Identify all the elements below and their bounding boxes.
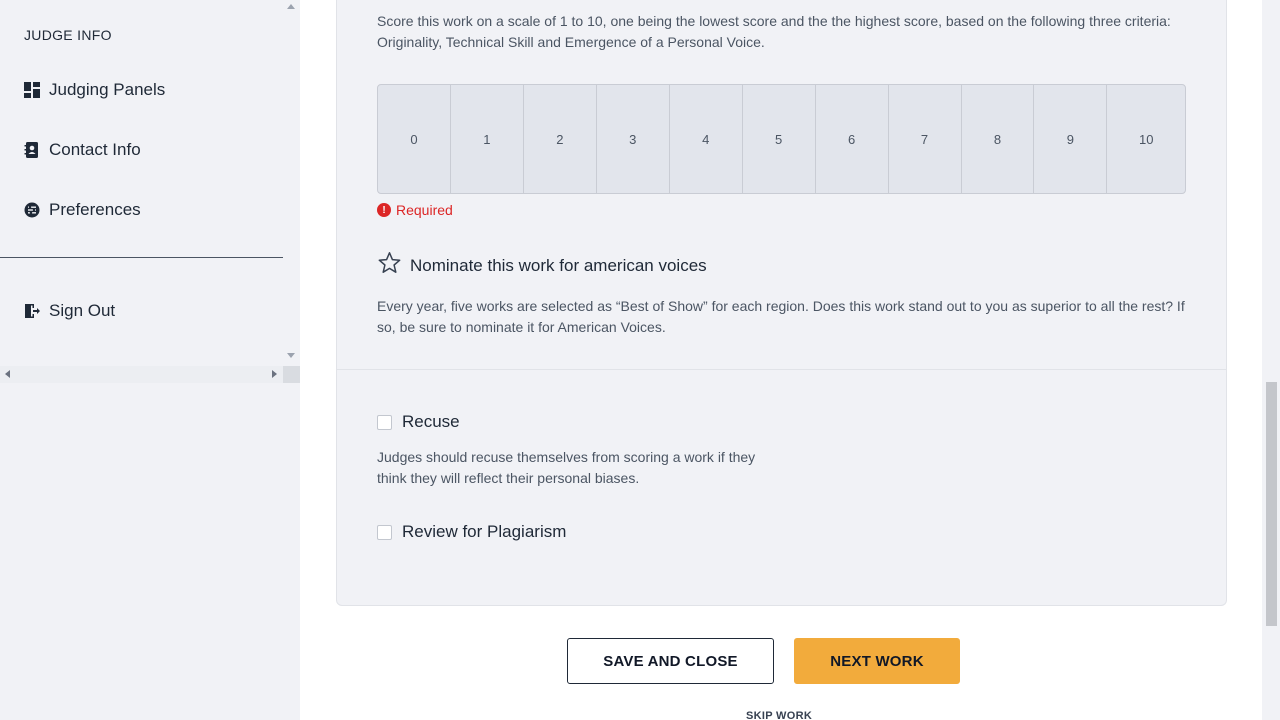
scroll-left-arrow-icon[interactable] <box>5 370 10 378</box>
sidebar-item-label: Sign Out <box>49 301 116 320</box>
plagiarism-option[interactable]: Review for Plagiarism <box>377 522 566 542</box>
score-option-3[interactable]: 3 <box>597 85 670 193</box>
score-option-1[interactable]: 1 <box>451 85 524 193</box>
page-scrollbar-thumb[interactable] <box>1266 382 1277 626</box>
sidebar-item-label: Preferences <box>49 200 141 219</box>
card-divider <box>337 369 1226 370</box>
page-vertical-scrollbar[interactable] <box>1262 0 1280 720</box>
score-scale: 0 1 2 3 4 5 6 7 8 9 10 <box>377 84 1186 194</box>
recuse-checkbox[interactable] <box>377 414 392 430</box>
sidebar-divider <box>0 257 283 258</box>
settings-icon <box>24 202 40 218</box>
save-and-close-button[interactable]: SAVE AND CLOSE <box>567 638 774 684</box>
required-text: Required <box>396 202 453 218</box>
sidebar-horizontal-scrollbar[interactable] <box>0 366 283 383</box>
score-option-7[interactable]: 7 <box>889 85 962 193</box>
skip-work-link[interactable]: SKIP WORK <box>746 710 812 720</box>
error-icon: ! <box>377 203 391 217</box>
plagiarism-checkbox[interactable] <box>377 524 392 540</box>
scoring-card: Score this work on a scale of 1 to 10, o… <box>336 0 1227 606</box>
sidebar-header: JUDGE INFO <box>24 27 112 43</box>
plagiarism-label: Review for Plagiarism <box>402 522 567 541</box>
required-error: ! Required <box>377 202 453 218</box>
sign-out-icon <box>24 303 40 319</box>
score-option-2[interactable]: 2 <box>524 85 597 193</box>
nominate-description: Every year, five works are selected as “… <box>377 298 1185 335</box>
recuse-label: Recuse <box>402 412 460 431</box>
score-option-10[interactable]: 10 <box>1107 85 1185 193</box>
sidebar-scroll-area: JUDGE INFO Judging Panels Contact Info P… <box>0 0 300 383</box>
sidebar-item-label: Judging Panels <box>49 80 166 99</box>
dashboard-icon <box>24 82 40 98</box>
scoring-instructions: Score this work on a scale of 1 to 10, o… <box>377 13 1171 50</box>
score-option-8[interactable]: 8 <box>962 85 1035 193</box>
contact-book-icon <box>24 142 40 158</box>
scroll-up-arrow-icon[interactable] <box>287 4 295 9</box>
star-icon[interactable] <box>377 251 402 280</box>
score-option-0[interactable]: 0 <box>378 85 451 193</box>
sidebar-vertical-scrollbar[interactable] <box>283 0 300 366</box>
scroll-down-arrow-icon[interactable] <box>287 353 295 358</box>
next-work-button[interactable]: NEXT WORK <box>794 638 960 684</box>
score-option-9[interactable]: 9 <box>1034 85 1108 193</box>
scrollbar-corner <box>283 366 300 383</box>
recuse-description: Judges should recuse themselves from sco… <box>377 449 756 486</box>
sidebar: JUDGE INFO Judging Panels Contact Info P… <box>0 0 300 720</box>
sidebar-item-label: Contact Info <box>49 140 141 159</box>
sign-out-button[interactable]: Sign Out <box>24 301 115 321</box>
main-content: Score this work on a scale of 1 to 10, o… <box>316 0 1246 720</box>
nominate-toggle[interactable]: Nominate this work for american voices <box>377 251 707 280</box>
score-option-4[interactable]: 4 <box>670 85 743 193</box>
scroll-right-arrow-icon[interactable] <box>272 370 277 378</box>
recuse-option[interactable]: Recuse <box>377 412 460 432</box>
nominate-label: Nominate this work for american voices <box>410 255 707 275</box>
sidebar-item-judging-panels[interactable]: Judging Panels <box>24 80 165 100</box>
sidebar-item-contact-info[interactable]: Contact Info <box>24 140 141 160</box>
score-option-6[interactable]: 6 <box>816 85 889 193</box>
score-option-5[interactable]: 5 <box>743 85 816 193</box>
sidebar-item-preferences[interactable]: Preferences <box>24 200 141 220</box>
